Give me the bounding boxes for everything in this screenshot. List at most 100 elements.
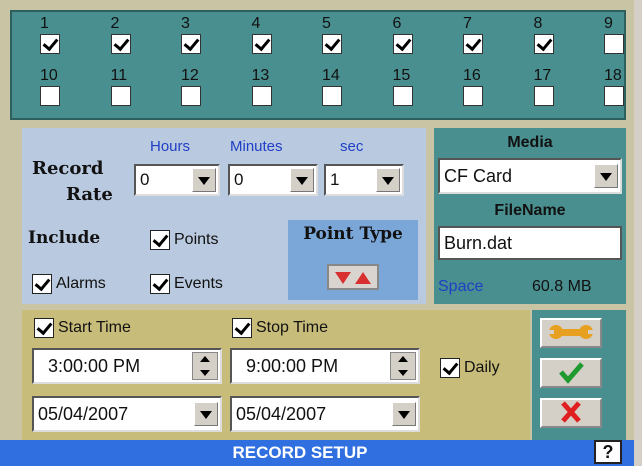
sec-value: 1 [330, 170, 340, 189]
channel-checkbox[interactable] [251, 86, 272, 106]
channel-checkbox[interactable] [463, 34, 483, 54]
check-icon[interactable] [150, 230, 170, 250]
channel-14[interactable]: 14 [320, 68, 350, 114]
point-type-button[interactable] [327, 264, 379, 290]
channel-5[interactable]: 5 [320, 16, 350, 62]
channel-number: 3 [181, 15, 190, 32]
sort-arrows-icon [335, 272, 371, 284]
media-select[interactable]: CF Card [438, 158, 622, 194]
channel-11[interactable]: 11 [109, 68, 139, 114]
check-icon [559, 362, 584, 384]
events-checkbox[interactable]: Events [150, 274, 250, 296]
channel-number: 4 [251, 15, 261, 32]
channel-17[interactable]: 17 [532, 68, 562, 114]
rate-label: Rate [66, 184, 113, 205]
channel-number: 18 [604, 67, 622, 84]
channel-12[interactable]: 12 [179, 68, 209, 114]
close-icon [561, 401, 581, 423]
points-checkbox[interactable]: Points [150, 230, 250, 252]
channel-checkbox[interactable] [110, 86, 131, 106]
chevron-down-icon[interactable] [392, 402, 416, 426]
stop-time-field[interactable]: 9:00:00 PM [230, 348, 420, 384]
action-panel [532, 310, 626, 440]
check-icon[interactable] [440, 358, 460, 378]
stop-date-value: 05/04/2007 [236, 404, 327, 424]
channel-checkbox[interactable] [604, 34, 624, 54]
start-time-field[interactable]: 3:00:00 PM [32, 348, 222, 384]
ok-button[interactable] [540, 358, 602, 388]
channel-10[interactable]: 10 [38, 68, 68, 114]
settings-button[interactable] [540, 318, 602, 348]
channel-checkbox[interactable] [533, 34, 554, 54]
schedule-panel: Start Time Stop Time 3:00:00 PM 9:00:00 … [22, 310, 530, 440]
channel-checkbox[interactable] [604, 86, 624, 106]
channel-checkbox[interactable] [40, 34, 60, 54]
channel-checkbox[interactable] [533, 86, 554, 106]
channel-checkbox[interactable] [181, 34, 201, 54]
check-icon[interactable] [32, 274, 52, 294]
spinner-arrows-icon[interactable] [390, 352, 416, 380]
channel-number: 15 [392, 67, 411, 84]
channel-checkbox[interactable] [40, 86, 60, 106]
channel-checkbox[interactable] [322, 86, 342, 106]
channel-checkbox[interactable] [110, 34, 131, 54]
check-icon[interactable] [34, 318, 54, 338]
channel-checkbox[interactable] [251, 34, 272, 54]
filename-input[interactable]: Burn.dat [438, 226, 622, 260]
chevron-down-icon[interactable] [194, 402, 218, 426]
channel-4[interactable]: 4 [250, 16, 280, 62]
channel-1[interactable]: 1 [38, 16, 68, 62]
channel-18[interactable]: 18 [602, 68, 632, 114]
chevron-down-icon[interactable] [290, 168, 314, 192]
space-label: Space [438, 278, 484, 295]
channel-3[interactable]: 3 [179, 16, 209, 62]
channel-number: 7 [463, 15, 472, 32]
channel-checkbox[interactable] [392, 34, 413, 54]
alarms-label: Alarms [56, 275, 106, 292]
start-time-label: Start Time [58, 319, 131, 336]
media-label: Media [507, 134, 553, 151]
channel-16[interactable]: 16 [461, 68, 491, 114]
channel-checkbox[interactable] [181, 86, 201, 106]
channel-checkbox[interactable] [322, 34, 342, 54]
cancel-button[interactable] [540, 398, 602, 428]
sec-select[interactable]: 1 [324, 164, 404, 196]
points-label: Points [174, 231, 219, 248]
stop-date-select[interactable]: 05/04/2007 [230, 396, 420, 432]
channel-9[interactable]: 9 [602, 16, 632, 62]
start-time-checkbox[interactable]: Start Time [34, 318, 184, 340]
chevron-down-icon[interactable] [376, 168, 400, 192]
channel-panel: 1 2 3 4 5 6 7 8 9 10 11 12 13 14 15 16 17 18 [10, 10, 626, 120]
channel-checkbox[interactable] [463, 86, 483, 106]
minutes-label: Minutes [230, 138, 283, 155]
channel-checkbox[interactable] [392, 86, 413, 106]
minutes-select[interactable]: 0 [228, 164, 318, 196]
stop-time-checkbox[interactable]: Stop Time [232, 318, 382, 340]
check-icon[interactable] [232, 318, 252, 338]
point-type-label: Point Type [303, 224, 403, 244]
start-date-select[interactable]: 05/04/2007 [32, 396, 222, 432]
hours-select[interactable]: 0 [134, 164, 220, 196]
events-label: Events [174, 275, 223, 292]
spinner-arrows-icon[interactable] [192, 352, 218, 380]
title-bar: RECORD SETUP ? [0, 440, 634, 466]
chevron-down-icon[interactable] [594, 164, 618, 188]
wrench-icon [548, 325, 594, 339]
daily-checkbox[interactable]: Daily [440, 358, 520, 380]
channel-number: 9 [604, 15, 613, 32]
alarms-checkbox[interactable]: Alarms [32, 274, 132, 296]
help-button[interactable]: ? [594, 440, 622, 464]
channel-13[interactable]: 13 [250, 68, 280, 114]
channel-number: 2 [110, 15, 120, 32]
channel-number: 12 [181, 67, 199, 84]
channel-15[interactable]: 15 [391, 68, 421, 114]
channel-number: 13 [251, 67, 270, 84]
channel-2[interactable]: 2 [109, 16, 139, 62]
channel-8[interactable]: 8 [532, 16, 562, 62]
record-setup-window: 1 2 3 4 5 6 7 8 9 10 11 12 13 14 15 16 17 18 Hours Minute… [0, 0, 634, 466]
channel-6[interactable]: 6 [391, 16, 421, 62]
check-icon[interactable] [150, 274, 170, 294]
channel-number: 1 [40, 15, 49, 32]
channel-7[interactable]: 7 [461, 16, 491, 62]
chevron-down-icon[interactable] [192, 168, 216, 192]
